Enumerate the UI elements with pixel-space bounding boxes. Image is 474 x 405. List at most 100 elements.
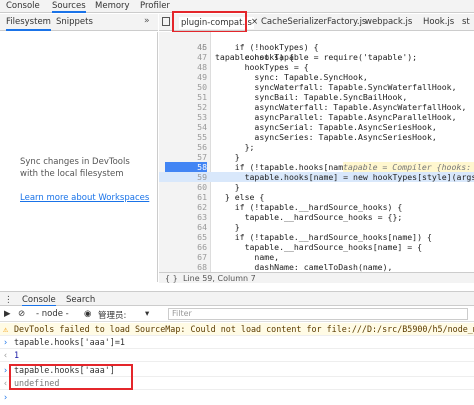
code-line: 49 sync: Tapable.SyncHook, (159, 72, 474, 82)
tab-snippets[interactable]: Snippets (56, 17, 93, 27)
console-input: › tapable.hooks['aaa']=1 (0, 336, 474, 349)
line-text: tapable.__hardSource_hooks = {}; (215, 212, 403, 222)
line-number[interactable]: 53 (175, 112, 207, 122)
line-number[interactable]: 63 (175, 212, 207, 222)
tab-memory[interactable]: Memory (95, 1, 130, 11)
line-number[interactable]: 51 (175, 92, 207, 102)
braces-icon[interactable]: { } (165, 274, 178, 283)
code-line: 65 if (!tapable.__hardSource_hooks[name]… (159, 232, 474, 242)
line-text: } (215, 222, 240, 232)
code-line: 60 } (159, 182, 474, 192)
navigator-panel: Sync changes in DevTools with the local … (0, 32, 158, 282)
drawer-tab-search[interactable]: Search (66, 295, 95, 305)
line-number[interactable]: 59 (175, 172, 207, 182)
line-number[interactable]: 49 (175, 72, 207, 82)
code-line: 45 tapable.hooks) { (159, 32, 474, 62)
line-number[interactable]: 67 (175, 252, 207, 262)
editor-tab-hook[interactable]: Hook.js (423, 17, 454, 27)
drawer-tabs: ⋮ Console Search (0, 291, 474, 307)
context-select[interactable]: - node - (36, 309, 69, 319)
code-line: 63 tapable.__hardSource_hooks = {}; (159, 212, 474, 222)
drawer-menu-icon[interactable]: ⋮ (4, 295, 13, 305)
output-chevron-icon: ‹ (3, 378, 9, 388)
navigator-tabs: Filesystem Snippets » (0, 14, 158, 31)
chevron-down-icon[interactable]: ▾ (145, 309, 149, 319)
inline-value-hint: tapable = Compiler {hooks: {… (343, 162, 474, 172)
line-text: asyncSerial: Tapable.AsyncSeriesHook, (215, 122, 437, 132)
code-line: 54 asyncSerial: Tapable.AsyncSeriesHook, (159, 122, 474, 132)
cursor-position: Line 59, Column 7 (183, 274, 256, 283)
tab-sources[interactable]: Sources (52, 1, 86, 13)
code-line: 55 asyncSeries: Tapable.AsyncSeriesHook, (159, 132, 474, 142)
tab-profiler[interactable]: Profiler (140, 1, 170, 11)
input-chevron-icon: › (3, 337, 9, 347)
line-number[interactable]: 65 (175, 232, 207, 242)
line-number[interactable]: 66 (175, 242, 207, 252)
console-toolbar: ▶ ⊘ - node - ◉ 管理员: ▾ Filter (0, 306, 474, 322)
editor-tab-cache-serializer[interactable]: CacheSerializerFactory.js (261, 17, 366, 27)
line-number[interactable]: 68 (175, 262, 207, 272)
editor-tab-label: webpack.js (365, 17, 413, 27)
code-line: 51 syncBail: Tapable.SyncBailHook, (159, 92, 474, 102)
input-chevron-icon: › (3, 365, 9, 375)
line-text: dashName: camelToDash(name), (215, 262, 393, 272)
code-line: 50 syncWaterfall: Tapable.SyncWaterfallH… (159, 82, 474, 92)
sync-description: Sync changes in DevTools with the local … (20, 157, 130, 179)
close-tab-icon[interactable]: × (251, 17, 258, 27)
editor-tab-overflow[interactable]: st (462, 17, 470, 27)
console-prompt[interactable]: › (0, 391, 474, 404)
editor-status-bar: { } Line 59, Column 7 (159, 272, 474, 283)
line-number[interactable]: 57 (175, 152, 207, 162)
play-icon[interactable]: ▶ (4, 309, 11, 319)
line-number[interactable]: 46 (175, 42, 207, 52)
line-number[interactable]: 50 (175, 82, 207, 92)
line-text: if (!tapable.__hardSource_hooks) { (215, 202, 403, 212)
tab-console[interactable]: Console (6, 1, 40, 11)
line-number[interactable]: 64 (175, 222, 207, 232)
clear-console-icon[interactable]: ⊘ (18, 309, 25, 319)
line-number[interactable]: 62 (175, 202, 207, 212)
line-text: }; (215, 142, 255, 152)
code-line: 64 } (159, 222, 474, 232)
line-number[interactable]: 54 (175, 122, 207, 132)
code-editor[interactable]: 45 tapable.hooks) { 46 if (!hookTypes) {… (159, 32, 474, 272)
console-output: ‹ 1 (0, 349, 474, 362)
line-text: asyncParallel: Tapable.AsyncParallelHook… (215, 112, 457, 122)
console-warning: ⚠ DevTools failed to load SourceMap: Coul… (0, 323, 474, 336)
console-text: 1 (14, 350, 20, 360)
output-chevron-icon: ‹ (3, 350, 9, 360)
code-line: 53 asyncParallel: Tapable.AsyncParallelH… (159, 112, 474, 122)
editor-tab-webpack[interactable]: webpack.js (365, 17, 412, 27)
line-number[interactable]: 58 (165, 162, 207, 172)
line-text: name, (215, 252, 280, 262)
editor-tab-label: st (462, 17, 470, 27)
toggle-navigator-icon[interactable] (162, 17, 170, 26)
line-number[interactable]: 47 (175, 52, 207, 62)
line-text: const Tapable = require('tapable'); (215, 52, 418, 62)
filter-input[interactable]: Filter (168, 308, 468, 320)
tab-filesystem[interactable]: Filesystem (6, 17, 51, 31)
console-text: tapable.hooks['aaa']=1 (14, 337, 125, 347)
line-number[interactable]: 60 (175, 182, 207, 192)
annotation-box-tab (172, 11, 247, 33)
code-line: 61 } else { (159, 192, 474, 202)
more-tabs-icon[interactable]: » (144, 16, 150, 26)
line-text: syncBail: Tapable.SyncBailHook, (215, 92, 408, 102)
line-number[interactable]: 55 (175, 132, 207, 142)
line-text: syncWaterfall: Tapable.SyncWaterfallHook… (215, 82, 457, 92)
breakpoint-line: 58 if (!tapable.hooks[name]) {tapable = … (159, 162, 474, 172)
prompt-chevron-icon: › (3, 392, 9, 402)
eye-icon[interactable]: ◉ (84, 309, 91, 319)
line-number[interactable]: 56 (175, 142, 207, 152)
line-text: if (!hookTypes) { (215, 42, 319, 52)
line-text: hookTypes = { (215, 62, 309, 72)
line-number[interactable]: 52 (175, 102, 207, 112)
admin-label: 管理员: (98, 311, 127, 321)
line-text: sync: Tapable.SyncHook, (215, 72, 368, 82)
line-number[interactable]: 61 (175, 192, 207, 202)
line-number[interactable]: 48 (175, 62, 207, 72)
learn-workspaces-link[interactable]: Learn more about Workspaces (20, 193, 149, 203)
console-text[interactable]: DevTools failed to load SourceMap: Could… (14, 323, 474, 335)
line-text: tapable.hooks[name] = new hookTypes[styl… (215, 172, 474, 182)
editor-tab-label: Hook.js (423, 17, 455, 27)
